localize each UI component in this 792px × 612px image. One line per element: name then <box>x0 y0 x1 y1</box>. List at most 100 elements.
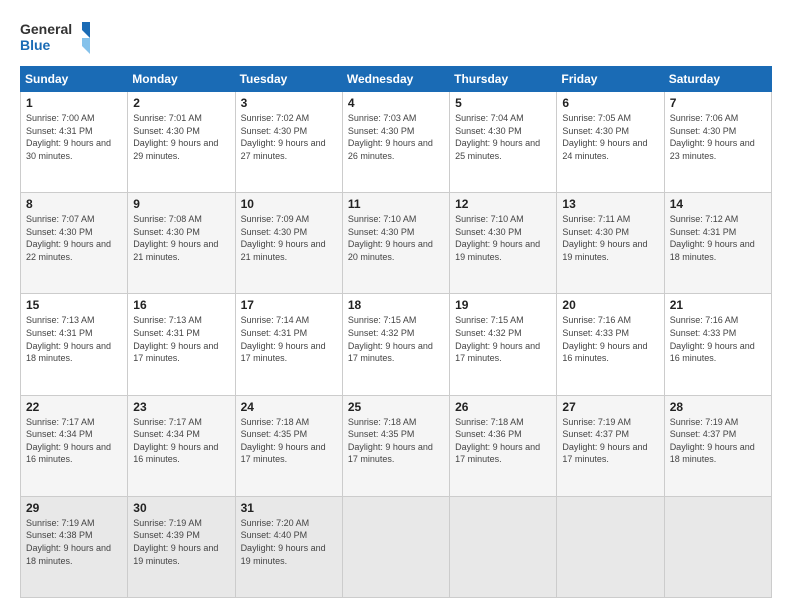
day-info: Sunrise: 7:06 AMSunset: 4:30 PMDaylight:… <box>670 113 755 161</box>
day-number: 9 <box>133 197 229 211</box>
day-info: Sunrise: 7:17 AMSunset: 4:34 PMDaylight:… <box>26 417 111 465</box>
day-info: Sunrise: 7:05 AMSunset: 4:30 PMDaylight:… <box>562 113 647 161</box>
day-number: 19 <box>455 298 551 312</box>
day-info: Sunrise: 7:18 AMSunset: 4:36 PMDaylight:… <box>455 417 540 465</box>
day-info: Sunrise: 7:18 AMSunset: 4:35 PMDaylight:… <box>241 417 326 465</box>
day-cell: 3 Sunrise: 7:02 AMSunset: 4:30 PMDayligh… <box>235 92 342 193</box>
day-number: 31 <box>241 501 337 515</box>
day-info: Sunrise: 7:14 AMSunset: 4:31 PMDaylight:… <box>241 315 326 363</box>
day-cell: 11 Sunrise: 7:10 AMSunset: 4:30 PMDaylig… <box>342 193 449 294</box>
day-info: Sunrise: 7:10 AMSunset: 4:30 PMDaylight:… <box>455 214 540 262</box>
day-info: Sunrise: 7:12 AMSunset: 4:31 PMDaylight:… <box>670 214 755 262</box>
day-number: 13 <box>562 197 658 211</box>
day-info: Sunrise: 7:19 AMSunset: 4:37 PMDaylight:… <box>670 417 755 465</box>
day-number: 28 <box>670 400 766 414</box>
day-cell: 10 Sunrise: 7:09 AMSunset: 4:30 PMDaylig… <box>235 193 342 294</box>
day-number: 16 <box>133 298 229 312</box>
day-info: Sunrise: 7:02 AMSunset: 4:30 PMDaylight:… <box>241 113 326 161</box>
day-cell: 6 Sunrise: 7:05 AMSunset: 4:30 PMDayligh… <box>557 92 664 193</box>
day-number: 30 <box>133 501 229 515</box>
day-info: Sunrise: 7:20 AMSunset: 4:40 PMDaylight:… <box>241 518 326 566</box>
day-info: Sunrise: 7:16 AMSunset: 4:33 PMDaylight:… <box>670 315 755 363</box>
day-cell: 15 Sunrise: 7:13 AMSunset: 4:31 PMDaylig… <box>21 294 128 395</box>
day-info: Sunrise: 7:16 AMSunset: 4:33 PMDaylight:… <box>562 315 647 363</box>
day-info: Sunrise: 7:17 AMSunset: 4:34 PMDaylight:… <box>133 417 218 465</box>
day-info: Sunrise: 7:13 AMSunset: 4:31 PMDaylight:… <box>133 315 218 363</box>
svg-text:General: General <box>20 21 72 37</box>
day-info: Sunrise: 7:11 AMSunset: 4:30 PMDaylight:… <box>562 214 647 262</box>
day-cell: 4 Sunrise: 7:03 AMSunset: 4:30 PMDayligh… <box>342 92 449 193</box>
column-header-sunday: Sunday <box>21 67 128 92</box>
day-cell <box>342 496 449 597</box>
calendar-table: SundayMondayTuesdayWednesdayThursdayFrid… <box>20 66 772 598</box>
day-number: 11 <box>348 197 444 211</box>
day-number: 25 <box>348 400 444 414</box>
day-info: Sunrise: 7:18 AMSunset: 4:35 PMDaylight:… <box>348 417 433 465</box>
day-cell: 9 Sunrise: 7:08 AMSunset: 4:30 PMDayligh… <box>128 193 235 294</box>
day-number: 5 <box>455 96 551 110</box>
day-info: Sunrise: 7:19 AMSunset: 4:37 PMDaylight:… <box>562 417 647 465</box>
day-cell: 26 Sunrise: 7:18 AMSunset: 4:36 PMDaylig… <box>450 395 557 496</box>
day-cell: 28 Sunrise: 7:19 AMSunset: 4:37 PMDaylig… <box>664 395 771 496</box>
day-cell <box>664 496 771 597</box>
day-cell: 23 Sunrise: 7:17 AMSunset: 4:34 PMDaylig… <box>128 395 235 496</box>
day-cell: 29 Sunrise: 7:19 AMSunset: 4:38 PMDaylig… <box>21 496 128 597</box>
day-info: Sunrise: 7:03 AMSunset: 4:30 PMDaylight:… <box>348 113 433 161</box>
day-info: Sunrise: 7:07 AMSunset: 4:30 PMDaylight:… <box>26 214 111 262</box>
day-cell: 25 Sunrise: 7:18 AMSunset: 4:35 PMDaylig… <box>342 395 449 496</box>
day-info: Sunrise: 7:19 AMSunset: 4:39 PMDaylight:… <box>133 518 218 566</box>
header: General Blue <box>20 18 772 56</box>
column-header-tuesday: Tuesday <box>235 67 342 92</box>
day-cell <box>557 496 664 597</box>
column-header-saturday: Saturday <box>664 67 771 92</box>
day-cell: 27 Sunrise: 7:19 AMSunset: 4:37 PMDaylig… <box>557 395 664 496</box>
day-cell: 20 Sunrise: 7:16 AMSunset: 4:33 PMDaylig… <box>557 294 664 395</box>
column-header-monday: Monday <box>128 67 235 92</box>
column-header-friday: Friday <box>557 67 664 92</box>
day-info: Sunrise: 7:08 AMSunset: 4:30 PMDaylight:… <box>133 214 218 262</box>
calendar-header-row: SundayMondayTuesdayWednesdayThursdayFrid… <box>21 67 772 92</box>
day-number: 3 <box>241 96 337 110</box>
day-info: Sunrise: 7:15 AMSunset: 4:32 PMDaylight:… <box>348 315 433 363</box>
day-cell: 30 Sunrise: 7:19 AMSunset: 4:39 PMDaylig… <box>128 496 235 597</box>
week-row-1: 1 Sunrise: 7:00 AMSunset: 4:31 PMDayligh… <box>21 92 772 193</box>
day-cell: 5 Sunrise: 7:04 AMSunset: 4:30 PMDayligh… <box>450 92 557 193</box>
day-cell: 22 Sunrise: 7:17 AMSunset: 4:34 PMDaylig… <box>21 395 128 496</box>
day-number: 24 <box>241 400 337 414</box>
day-cell: 12 Sunrise: 7:10 AMSunset: 4:30 PMDaylig… <box>450 193 557 294</box>
day-number: 20 <box>562 298 658 312</box>
day-number: 1 <box>26 96 122 110</box>
day-cell: 13 Sunrise: 7:11 AMSunset: 4:30 PMDaylig… <box>557 193 664 294</box>
day-cell: 24 Sunrise: 7:18 AMSunset: 4:35 PMDaylig… <box>235 395 342 496</box>
day-info: Sunrise: 7:13 AMSunset: 4:31 PMDaylight:… <box>26 315 111 363</box>
week-row-5: 29 Sunrise: 7:19 AMSunset: 4:38 PMDaylig… <box>21 496 772 597</box>
week-row-4: 22 Sunrise: 7:17 AMSunset: 4:34 PMDaylig… <box>21 395 772 496</box>
day-number: 2 <box>133 96 229 110</box>
week-row-3: 15 Sunrise: 7:13 AMSunset: 4:31 PMDaylig… <box>21 294 772 395</box>
day-number: 21 <box>670 298 766 312</box>
day-info: Sunrise: 7:00 AMSunset: 4:31 PMDaylight:… <box>26 113 111 161</box>
day-cell: 1 Sunrise: 7:00 AMSunset: 4:31 PMDayligh… <box>21 92 128 193</box>
day-number: 8 <box>26 197 122 211</box>
day-info: Sunrise: 7:10 AMSunset: 4:30 PMDaylight:… <box>348 214 433 262</box>
day-cell: 16 Sunrise: 7:13 AMSunset: 4:31 PMDaylig… <box>128 294 235 395</box>
day-number: 6 <box>562 96 658 110</box>
week-row-2: 8 Sunrise: 7:07 AMSunset: 4:30 PMDayligh… <box>21 193 772 294</box>
day-number: 18 <box>348 298 444 312</box>
day-cell: 17 Sunrise: 7:14 AMSunset: 4:31 PMDaylig… <box>235 294 342 395</box>
day-cell <box>450 496 557 597</box>
day-info: Sunrise: 7:15 AMSunset: 4:32 PMDaylight:… <box>455 315 540 363</box>
day-number: 7 <box>670 96 766 110</box>
day-number: 22 <box>26 400 122 414</box>
day-number: 15 <box>26 298 122 312</box>
day-info: Sunrise: 7:09 AMSunset: 4:30 PMDaylight:… <box>241 214 326 262</box>
day-info: Sunrise: 7:19 AMSunset: 4:38 PMDaylight:… <box>26 518 111 566</box>
day-cell: 8 Sunrise: 7:07 AMSunset: 4:30 PMDayligh… <box>21 193 128 294</box>
day-number: 14 <box>670 197 766 211</box>
column-header-wednesday: Wednesday <box>342 67 449 92</box>
day-number: 27 <box>562 400 658 414</box>
day-number: 4 <box>348 96 444 110</box>
day-cell: 21 Sunrise: 7:16 AMSunset: 4:33 PMDaylig… <box>664 294 771 395</box>
day-number: 26 <box>455 400 551 414</box>
day-number: 10 <box>241 197 337 211</box>
